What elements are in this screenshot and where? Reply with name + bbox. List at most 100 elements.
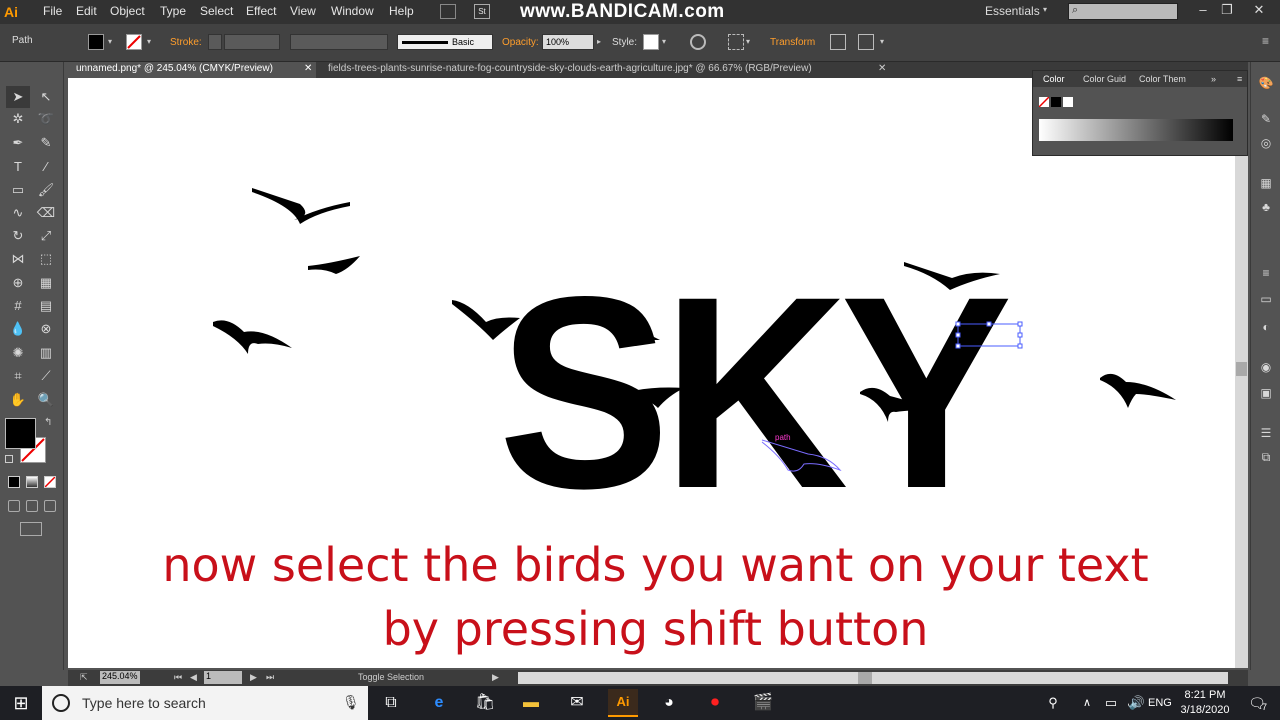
default-colors-icon[interactable] bbox=[5, 455, 13, 463]
shaper-tool-icon[interactable]: ∿ bbox=[6, 202, 30, 224]
tab-unnamed-png[interactable]: unnamed.png* @ 245.04% (CMYK/Preview) ✕ bbox=[68, 62, 316, 78]
curvature-tool-icon[interactable]: ✎ bbox=[34, 132, 58, 154]
horizontal-scrollbar[interactable] bbox=[518, 672, 1228, 684]
recolor-icon[interactable] bbox=[690, 34, 706, 50]
edge-icon[interactable]: e bbox=[426, 691, 452, 715]
color-ramp[interactable] bbox=[1039, 119, 1233, 141]
appearance-panel-icon[interactable]: ◎ bbox=[1254, 132, 1278, 154]
symbols-panel-icon[interactable]: ♣ bbox=[1254, 196, 1278, 218]
hand-tool-icon[interactable]: ✋ bbox=[6, 389, 30, 411]
eyedropper-tool-icon[interactable]: 💧 bbox=[6, 318, 30, 340]
first-artboard-icon[interactable]: ⏮ bbox=[174, 672, 182, 683]
people-icon[interactable]: ⚲ bbox=[1040, 691, 1066, 715]
windows-start-icon[interactable]: ⊞ bbox=[8, 691, 34, 715]
menu-view[interactable]: View bbox=[290, 4, 316, 18]
swatches-panel-icon[interactable]: ▦ bbox=[1254, 172, 1278, 194]
status-text[interactable]: Toggle Selection bbox=[358, 672, 424, 682]
tab-color-guide[interactable]: Color Guid bbox=[1083, 74, 1126, 84]
artboards-panel-icon[interactable]: ▣ bbox=[1254, 382, 1278, 404]
line-tool-icon[interactable]: ⁄ bbox=[34, 156, 58, 178]
vertical-scrollbar[interactable] bbox=[1235, 78, 1248, 668]
black-swatch[interactable] bbox=[1051, 97, 1061, 107]
fill-color-box[interactable] bbox=[5, 418, 36, 449]
menu-file[interactable]: File bbox=[43, 4, 62, 18]
close-tab-icon[interactable]: ✕ bbox=[304, 62, 312, 76]
minimize-icon[interactable]: – bbox=[1190, 0, 1216, 22]
swap-colors-icon[interactable]: ↰ bbox=[44, 417, 52, 428]
bridge-icon[interactable] bbox=[440, 4, 456, 19]
tab-color-themes[interactable]: Color Them bbox=[1139, 74, 1186, 84]
gradient-tool-icon[interactable]: ▤ bbox=[34, 295, 58, 317]
draw-normal-icon[interactable] bbox=[8, 500, 20, 512]
isolate-icon[interactable] bbox=[830, 34, 846, 50]
store-icon[interactable]: 🛍 bbox=[472, 691, 498, 715]
menu-edit[interactable]: Edit bbox=[76, 4, 97, 18]
panel-menu-icon[interactable]: ≡ bbox=[1237, 74, 1242, 84]
selection-tool-icon[interactable]: ➤ bbox=[6, 86, 30, 108]
direct-selection-tool-icon[interactable]: ↖ bbox=[34, 86, 58, 108]
menu-object[interactable]: Object bbox=[110, 4, 145, 18]
next-artboard-icon[interactable]: ▶ bbox=[250, 672, 257, 683]
brushes-panel-icon[interactable]: ✎ bbox=[1254, 108, 1278, 130]
tab-fields-jpg[interactable]: fields-trees-plants-sunrise-nature-fog-c… bbox=[320, 62, 900, 78]
perspective-grid-tool-icon[interactable]: ▦ bbox=[34, 272, 58, 294]
zoom-input[interactable]: 245.04% bbox=[100, 671, 140, 684]
opacity-input[interactable]: 100% bbox=[542, 34, 594, 50]
transparency-panel-icon[interactable]: ◐ bbox=[1254, 316, 1278, 338]
artboard-number-input[interactable]: 1 bbox=[204, 671, 242, 684]
menu-type[interactable]: Type bbox=[160, 4, 186, 18]
stroke-weight-input[interactable] bbox=[224, 34, 280, 50]
scale-tool-icon[interactable]: ⤢ bbox=[34, 225, 58, 247]
artboard-tool-icon[interactable]: ⌗ bbox=[6, 365, 30, 387]
pen-tool-icon[interactable]: ✒ bbox=[6, 132, 30, 154]
type-tool-icon[interactable]: T bbox=[6, 156, 30, 178]
draw-inside-icon[interactable] bbox=[44, 500, 56, 512]
paintbrush-tool-icon[interactable]: 🖌 bbox=[34, 179, 58, 201]
artboard-canvas[interactable]: SKY path now select the birds you want o… bbox=[68, 78, 1235, 668]
task-view-icon[interactable]: ⧉ bbox=[378, 691, 404, 715]
color-panel-icon[interactable]: 🎨 bbox=[1254, 72, 1278, 94]
menu-select[interactable]: Select bbox=[200, 4, 233, 18]
draw-behind-icon[interactable] bbox=[26, 500, 38, 512]
align-icon[interactable] bbox=[728, 34, 744, 50]
opacity-label[interactable]: Opacity: bbox=[502, 37, 539, 48]
chrome-icon[interactable]: ◕ bbox=[656, 691, 682, 715]
transform-link[interactable]: Transform bbox=[770, 37, 815, 48]
variable-width-select[interactable] bbox=[290, 34, 388, 50]
style-swatch[interactable] bbox=[643, 34, 659, 50]
chevron-right-icon[interactable]: ▸ bbox=[597, 37, 601, 46]
file-explorer-icon[interactable]: ▬ bbox=[518, 691, 544, 715]
layers-panel-icon[interactable]: ☰ bbox=[1254, 422, 1278, 444]
restore-icon[interactable]: ❐ bbox=[1214, 0, 1240, 22]
chevron-down-icon[interactable]: ▾ bbox=[108, 37, 112, 46]
width-tool-icon[interactable]: ⋈ bbox=[6, 248, 30, 270]
chevron-up-icon[interactable]: ∧ bbox=[1074, 691, 1100, 715]
chevron-down-icon[interactable]: ▾ bbox=[746, 37, 750, 46]
magic-wand-tool-icon[interactable]: ✲ bbox=[6, 108, 30, 130]
illustrator-app-icon[interactable]: Ai bbox=[608, 689, 638, 717]
help-search-input[interactable]: ⌕ bbox=[1068, 3, 1178, 20]
free-transform-tool-icon[interactable]: ⬚ bbox=[34, 248, 58, 270]
menu-window[interactable]: Window bbox=[331, 4, 374, 18]
gradient-panel-icon[interactable]: ▭ bbox=[1254, 288, 1278, 310]
gradient-mode-icon[interactable] bbox=[26, 476, 38, 488]
mesh-tool-icon[interactable]: # bbox=[6, 295, 30, 317]
chevron-down-icon[interactable]: ▾ bbox=[880, 37, 884, 46]
taskbar-search-input[interactable]: Type here to search 🎙 bbox=[42, 686, 368, 720]
rectangle-tool-icon[interactable]: ▭ bbox=[6, 179, 30, 201]
close-tab-icon[interactable]: ✕ bbox=[878, 62, 886, 76]
graphic-styles-panel-icon[interactable]: ◉ bbox=[1254, 356, 1278, 378]
none-swatch[interactable] bbox=[1039, 97, 1049, 107]
tab-color[interactable]: Color bbox=[1043, 74, 1065, 84]
menu-effect[interactable]: Effect bbox=[246, 4, 276, 18]
panel-menu-icon[interactable]: ≡ bbox=[1262, 34, 1269, 48]
language-indicator[interactable]: ENG bbox=[1148, 697, 1172, 709]
zoom-tool-icon[interactable]: 🔍 bbox=[34, 389, 58, 411]
color-mode-icon[interactable] bbox=[8, 476, 20, 488]
chevron-right-icon[interactable]: ▶ bbox=[492, 672, 499, 683]
zoom-icon[interactable]: ⇱ bbox=[80, 672, 88, 683]
close-icon[interactable]: ✕ bbox=[1246, 0, 1272, 22]
symbol-sprayer-tool-icon[interactable]: ✺ bbox=[6, 342, 30, 364]
collapse-icon[interactable]: » bbox=[1211, 74, 1216, 84]
last-artboard-icon[interactable]: ⏭ bbox=[266, 672, 274, 683]
